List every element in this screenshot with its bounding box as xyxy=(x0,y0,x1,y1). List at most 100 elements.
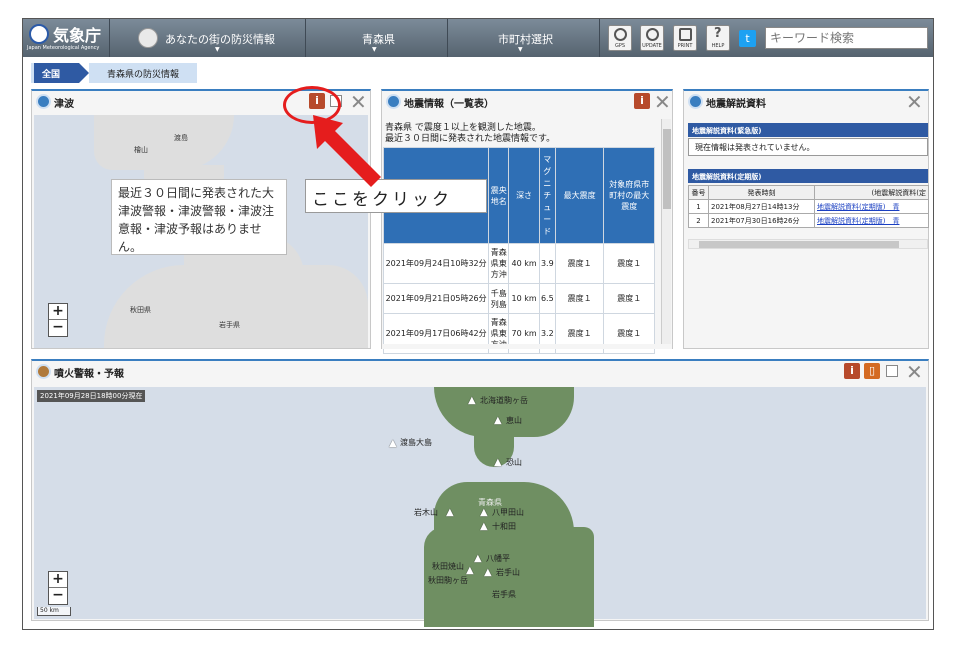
map-scale: 50 km xyxy=(37,607,71,616)
map-label: 岩手県 xyxy=(219,321,240,329)
col-header: 番号 xyxy=(688,185,709,200)
map-label: 岩手県 xyxy=(492,590,516,599)
update-label: UPDATE xyxy=(642,43,662,49)
nav-municipality[interactable]: 市町村選択 ▼ xyxy=(448,19,598,57)
volcano-panel: 噴火警報・予報 i ▯ ✕ 2021年09月28日18時00分現在 ▲ 北海道駒… xyxy=(31,359,929,627)
volcano-marker-icon[interactable]: ▲ xyxy=(389,438,397,449)
zoom-out-button[interactable]: − xyxy=(49,588,67,604)
volcano-label: 十和田 xyxy=(492,522,516,531)
scrollbar-thumb[interactable] xyxy=(699,241,899,248)
volcano-label: 恵山 xyxy=(506,416,522,425)
update-button[interactable]: UPDATE xyxy=(640,25,664,51)
horizontal-scrollbar[interactable] xyxy=(688,239,928,249)
earthquake-icon xyxy=(688,94,703,109)
twitter-icon[interactable]: t xyxy=(739,30,756,47)
breadcrumb-national[interactable]: 全国 xyxy=(31,63,79,83)
breadcrumb-arrow-icon xyxy=(79,63,89,83)
regular-docs-header: 地震解説資料(定期版) xyxy=(688,169,928,183)
cell-time: 2021年09月24日10時32分 xyxy=(382,243,490,284)
logo-text: 気象庁 xyxy=(53,26,102,45)
help-icon: ? xyxy=(714,26,722,41)
nav-prefecture[interactable]: 青森県 ▼ xyxy=(306,19,446,57)
info-icon[interactable]: i xyxy=(844,363,860,379)
cell-local-intensity: 震度１ xyxy=(603,243,655,284)
volcano-timestamp: 2021年09月28日18時00分現在 xyxy=(37,390,146,402)
scrollbar-thumb[interactable] xyxy=(663,129,671,209)
volcano-marker-icon[interactable]: ▲ xyxy=(446,507,454,518)
cell-epicenter: 千島列島 xyxy=(488,283,510,314)
volcano-title: 噴火警報・予報 xyxy=(54,369,124,380)
chevron-down-icon: ▼ xyxy=(215,46,220,53)
cell-depth: 10 km xyxy=(508,283,540,314)
close-icon[interactable]: ✕ xyxy=(906,361,923,383)
gps-label: GPS xyxy=(614,43,626,49)
close-icon[interactable]: ✕ xyxy=(906,91,923,113)
earthquake-icon xyxy=(386,94,401,109)
print-icon xyxy=(679,28,692,41)
col-header: 対象府県市町村の最大震度 xyxy=(603,147,655,244)
map-label: 檜山 xyxy=(134,146,148,154)
jma-logo[interactable]: 気象庁 Japan Meteorological Agency xyxy=(27,22,105,54)
info-icon[interactable]: i xyxy=(634,93,650,109)
gps-icon xyxy=(614,28,627,41)
quake-list-title: 地震情報（一覧表） xyxy=(404,99,494,110)
col-header: 深さ xyxy=(508,147,540,244)
volcano-marker-icon[interactable]: ▲ xyxy=(468,395,476,406)
cell-local-intensity: 震度１ xyxy=(603,283,655,314)
jma-logo-icon xyxy=(29,24,49,44)
help-button[interactable]: ? HELP xyxy=(706,25,730,51)
update-icon xyxy=(646,28,659,41)
volcano-label: 秋田駒ヶ岳 xyxy=(428,576,468,585)
gps-button[interactable]: GPS xyxy=(608,25,632,51)
col-header: (地震解説資料(定 xyxy=(814,185,929,200)
zoom-in-button[interactable]: + xyxy=(49,572,67,588)
cell-time: 2021年09月21日05時26分 xyxy=(382,283,490,314)
volcano-label: 北海道駒ヶ岳 xyxy=(480,396,528,405)
nav-prefecture-label: 青森県 xyxy=(362,33,395,46)
print-button[interactable]: PRINT xyxy=(673,25,697,51)
col-header: マグニチュード xyxy=(538,147,556,244)
doc-link[interactable]: 地震解説資料(定期版) 青 xyxy=(814,199,929,214)
cell-depth: 40 km xyxy=(508,243,540,284)
zoom-in-button[interactable]: + xyxy=(49,304,67,320)
red-arrow-icon xyxy=(313,115,381,187)
tsunami-icon xyxy=(36,94,51,109)
close-icon[interactable]: ✕ xyxy=(654,91,671,113)
volcano-label: 岩木山 xyxy=(414,508,438,517)
volcano-marker-icon[interactable]: ▲ xyxy=(474,553,482,564)
cell-epicenter: 青森県東方沖 xyxy=(488,243,510,284)
close-icon[interactable]: ✕ xyxy=(350,91,367,113)
table-row: 2 2021年07月30日16時26分 地震解説資料(定期版) 青 xyxy=(688,213,929,228)
volcano-marker-icon[interactable]: ▲ xyxy=(494,415,502,426)
cell-number: 2 xyxy=(688,213,709,228)
zoom-out-button[interactable]: − xyxy=(49,320,67,336)
book-icon[interactable]: ▯ xyxy=(864,363,880,379)
vertical-scrollbar[interactable] xyxy=(661,119,671,344)
volcano-marker-icon[interactable]: ▲ xyxy=(484,567,492,578)
table-row[interactable]: 2021年09月21日05時26分 千島列島 10 km 6.5 震度１ 震度１ xyxy=(382,283,655,314)
doc-link[interactable]: 地震解説資料(定期版) 青 xyxy=(814,213,929,228)
table-row[interactable]: 2021年09月24日10時32分 青森県東方沖 40 km 3.9 震度１ 震… xyxy=(382,243,655,284)
external-link-icon[interactable] xyxy=(886,365,898,377)
nav-local-disaster[interactable]: あなたの街の防災情報 ▼ xyxy=(163,19,303,57)
help-label: HELP xyxy=(711,43,725,49)
volcano-marker-icon[interactable]: ▲ xyxy=(494,457,502,468)
regular-docs-table: 番号 発表時刻 (地震解説資料(定 1 2021年08月27日14時13分 地震… xyxy=(688,185,929,228)
cell-magnitude: 3.9 xyxy=(538,243,556,284)
quake-description: 青森県 で震度１以上を観測した地震。 最近３０日間に発表された地震情報です。 xyxy=(385,123,556,144)
volcano-map[interactable]: 2021年09月28日18時00分現在 ▲ 北海道駒ヶ岳 ▲ 恵山 ▲ 渡島大島… xyxy=(34,387,926,627)
logo-subtext: Japan Meteorological Agency xyxy=(27,45,100,51)
urgent-docs-header: 地震解説資料(緊急版) xyxy=(688,123,928,137)
volcano-marker-icon[interactable]: ▲ xyxy=(480,521,488,532)
chevron-down-icon: ▼ xyxy=(518,46,523,53)
volcano-label: 八幡平 xyxy=(486,554,510,563)
print-label: PRINT xyxy=(677,43,693,49)
quake-list-panel: 地震情報（一覧表） i ✕ 青森県 で震度１以上を観測した地震。 最近３０日間に… xyxy=(381,89,673,354)
keyword-search-input[interactable] xyxy=(765,27,928,49)
cell-number: 1 xyxy=(688,199,709,214)
nav-municipality-label: 市町村選択 xyxy=(498,33,553,46)
volcano-marker-icon[interactable]: ▲ xyxy=(480,507,488,518)
volcano-label: 秋田焼山 xyxy=(432,562,464,571)
home-icon[interactable] xyxy=(138,28,158,48)
site-header: 気象庁 Japan Meteorological Agency あなたの街の防災… xyxy=(23,19,933,57)
